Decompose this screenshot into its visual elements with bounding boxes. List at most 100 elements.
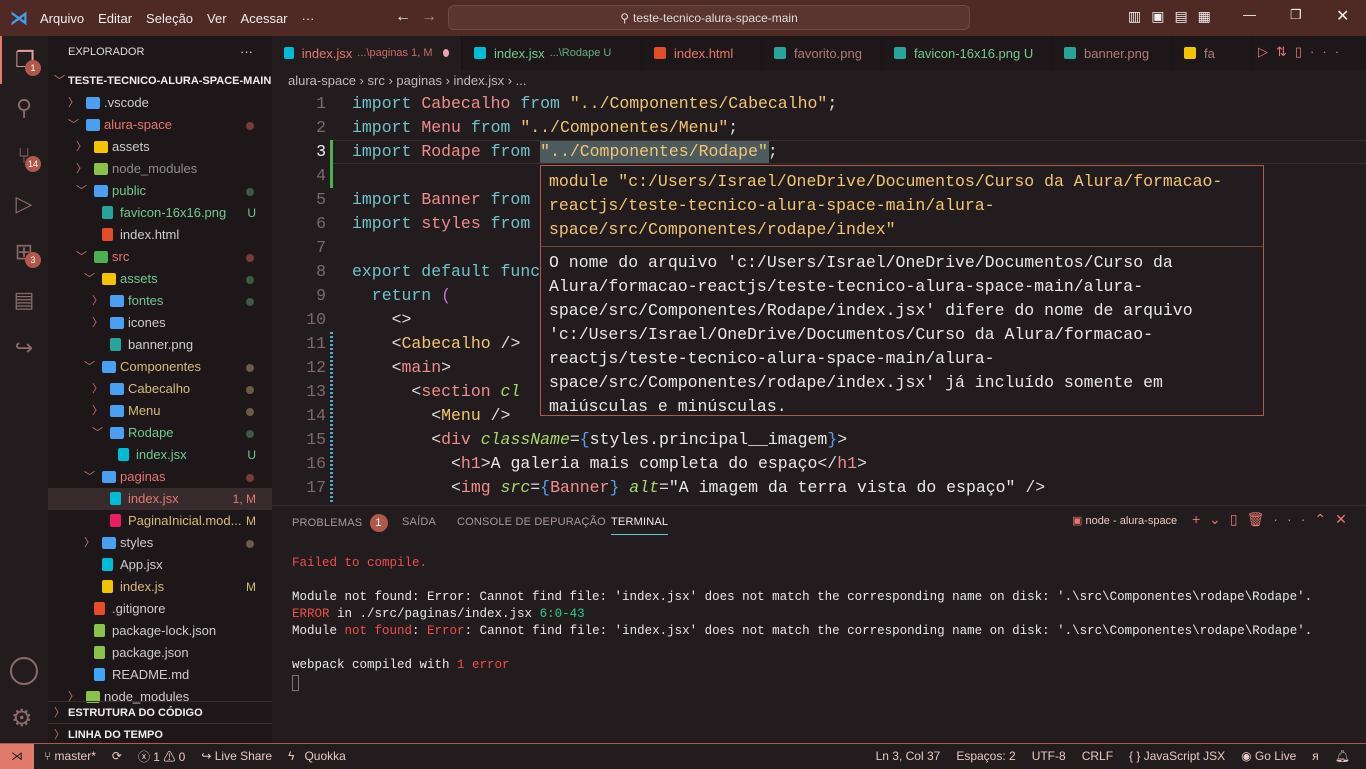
- more-actions-button[interactable]: ···: [240, 44, 253, 59]
- file-packagejson[interactable]: package.json: [48, 642, 272, 664]
- folder-Componentes[interactable]: ﹀ Componentes: [48, 356, 272, 378]
- folder-public[interactable]: ﹀ public: [48, 180, 272, 202]
- tab-indexhtml[interactable]: index.html: [642, 36, 762, 70]
- encoding[interactable]: UTF-8: [1032, 749, 1066, 763]
- layout-icons[interactable]: ▥▣▤▦: [1128, 8, 1221, 25]
- code-line[interactable]: <Cabecalho />: [352, 332, 521, 356]
- settings-gear-icon[interactable]: ⚙: [11, 704, 33, 733]
- tab-output[interactable]: SAÍDA: [402, 516, 436, 528]
- folder-aluraspace[interactable]: ﹀ alura-space: [48, 114, 272, 136]
- menu-0[interactable]: Arquivo: [40, 11, 84, 26]
- code-line[interactable]: <>: [352, 308, 412, 332]
- live-share-button[interactable]: ↪ Live Share: [201, 749, 272, 763]
- folder-paginas[interactable]: ﹀ paginas: [48, 466, 272, 488]
- breadcrumb-item[interactable]: alura-space: [288, 73, 356, 88]
- maximize-button[interactable]: ❐: [1290, 7, 1302, 23]
- folder-assets[interactable]: ﹀ assets: [48, 268, 272, 290]
- file-PaginaInicialmod[interactable]: PaginaInicial.mod... M: [48, 510, 272, 532]
- folder-src[interactable]: ﹀ src: [48, 246, 272, 268]
- live-share-icon[interactable]: ↪: [0, 324, 48, 372]
- tab-terminal[interactable]: TERMINAL: [611, 516, 669, 535]
- problems-status[interactable]: ⓧ 1 ⚠ 0: [138, 748, 185, 765]
- code-line[interactable]: <main>: [352, 356, 451, 380]
- back-icon[interactable]: ←: [395, 8, 411, 26]
- file-gitignore[interactable]: .gitignore: [48, 598, 272, 620]
- file-bannerpng[interactable]: banner.png: [48, 334, 272, 356]
- source-control-icon[interactable]: ⑂ 14: [0, 132, 48, 180]
- accounts-icon[interactable]: [10, 657, 38, 685]
- tab-bannerpng[interactable]: banner.png: [1052, 36, 1172, 70]
- code-line[interactable]: return (: [352, 284, 451, 308]
- notifications-bell-icon[interactable]: 🔔︎: [1335, 749, 1350, 763]
- go-live-button[interactable]: ◉ Go Live: [1241, 749, 1296, 763]
- minimize-button[interactable]: —: [1243, 7, 1256, 22]
- menu-4[interactable]: Acessar: [241, 11, 288, 26]
- sync-icon[interactable]: ⟳: [112, 749, 122, 763]
- code-line[interactable]: export default func: [352, 260, 540, 284]
- file-indexjs[interactable]: index.js M: [48, 576, 272, 598]
- folder-assets[interactable]: 〉 assets: [48, 136, 272, 158]
- tab-debug-console[interactable]: CONSOLE DE DEPURAÇÃO: [457, 516, 606, 528]
- panel-actions[interactable]: +⌄▯🗑···⌃✕: [1192, 511, 1356, 528]
- remote-button[interactable]: ⋊: [0, 743, 34, 769]
- menu-2[interactable]: Seleção: [146, 11, 193, 26]
- forward-icon[interactable]: →: [421, 8, 437, 26]
- cursor-position[interactable]: Ln 3, Col 37: [876, 749, 941, 763]
- folder-icones[interactable]: 〉 icones: [48, 312, 272, 334]
- breadcrumb-item[interactable]: index.jsx: [454, 73, 505, 88]
- command-center-search[interactable]: ⚲ teste-tecnico-alura-space-main: [448, 5, 970, 30]
- menu-3[interactable]: Ver: [207, 11, 227, 26]
- file-READMEmd[interactable]: README.md: [48, 664, 272, 686]
- folder-node_modules[interactable]: 〉 node_modules: [48, 158, 272, 180]
- code-line[interactable]: <h1>A galeria mais completa do espaço</h…: [352, 452, 867, 476]
- extensions-icon[interactable]: ⊞ 3: [0, 228, 48, 276]
- line-ending[interactable]: CRLF: [1082, 749, 1113, 763]
- file-indexjsx[interactable]: index.jsx U: [48, 444, 272, 466]
- section-timeline[interactable]: 〉 LINHA DO TEMPO: [48, 723, 272, 745]
- tab-favicon16x16pngU[interactable]: favicon-16x16.png U: [882, 36, 1052, 70]
- editor-actions[interactable]: ▷⇅▯···: [1258, 44, 1347, 60]
- quokka-button[interactable]: ϟ Quokka: [288, 749, 346, 763]
- code-line[interactable]: <div className={styles.principal__imagem…: [352, 428, 847, 452]
- file-favicon16x16png[interactable]: favicon-16x16.png U: [48, 202, 272, 224]
- run-debug-icon[interactable]: ▷: [0, 180, 48, 228]
- close-window-button[interactable]: ✕: [1336, 6, 1349, 26]
- breadcrumb-item[interactable]: paginas: [396, 73, 442, 88]
- breadcrumb-item[interactable]: ...: [516, 73, 527, 88]
- language-mode[interactable]: { } JavaScript JSX: [1129, 749, 1225, 763]
- folder-vscode[interactable]: 〉 .vscode: [48, 92, 272, 114]
- section-outline[interactable]: 〉 ESTRUTURA DO CÓDIGO: [48, 701, 272, 723]
- unsaved-dot-icon[interactable]: [442, 49, 449, 57]
- file-indexhtml[interactable]: index.html: [48, 224, 272, 246]
- tab-favoritopng[interactable]: favorito.png: [762, 36, 882, 70]
- folder-Menu[interactable]: 〉 Menu: [48, 400, 272, 422]
- folder-Cabecalho[interactable]: 〉 Cabecalho: [48, 378, 272, 400]
- code-line[interactable]: import Menu from "../Componentes/Menu";: [352, 116, 738, 140]
- folder-styles[interactable]: 〉 styles: [48, 532, 272, 554]
- file-packagelockjson[interactable]: package-lock.json: [48, 620, 272, 642]
- branch-button[interactable]: ⑂ master*: [44, 749, 96, 763]
- indentation[interactable]: Espaços: 2: [956, 749, 1015, 763]
- code-line[interactable]: <section cl: [352, 380, 520, 404]
- tab-indexjsx[interactable]: index.jsx ...\paginas 1, M: [272, 36, 462, 70]
- notebook-icon[interactable]: ▤: [0, 276, 48, 324]
- folder-fontes[interactable]: 〉 fontes: [48, 290, 272, 312]
- code-line[interactable]: <img src={Banner} alt="A imagem da terra…: [352, 476, 1045, 500]
- file-indexjsx[interactable]: index.jsx 1, M: [48, 488, 272, 510]
- feedback-icon[interactable]: ᴙ: [1312, 749, 1319, 763]
- menu-5[interactable]: ···: [302, 11, 315, 26]
- tab-fa[interactable]: fa: [1172, 36, 1252, 70]
- search-icon[interactable]: ⚲: [0, 84, 48, 132]
- tab-problems[interactable]: PROBLEMAS 1: [292, 514, 388, 532]
- workspace-root[interactable]: ﹀ TESTE-TECNICO-ALURA-SPACE-MAIN: [48, 70, 272, 92]
- code-line[interactable]: import Banner from: [352, 188, 530, 212]
- terminal-selector[interactable]: ▣ node - alura-space: [1072, 514, 1177, 527]
- code-line[interactable]: import styles from: [352, 212, 530, 236]
- files-icon[interactable]: ❐ 1: [0, 36, 48, 84]
- menu-1[interactable]: Editar: [98, 11, 132, 26]
- code-line[interactable]: import Cabecalho from "../Componentes/Ca…: [352, 92, 837, 116]
- breadcrumb-item[interactable]: src: [368, 73, 385, 88]
- folder-Rodape[interactable]: ﹀ Rodape: [48, 422, 272, 444]
- tab-indexjsx[interactable]: index.jsx ...\Rodape U: [462, 36, 642, 70]
- code-line[interactable]: <Menu />: [352, 404, 510, 428]
